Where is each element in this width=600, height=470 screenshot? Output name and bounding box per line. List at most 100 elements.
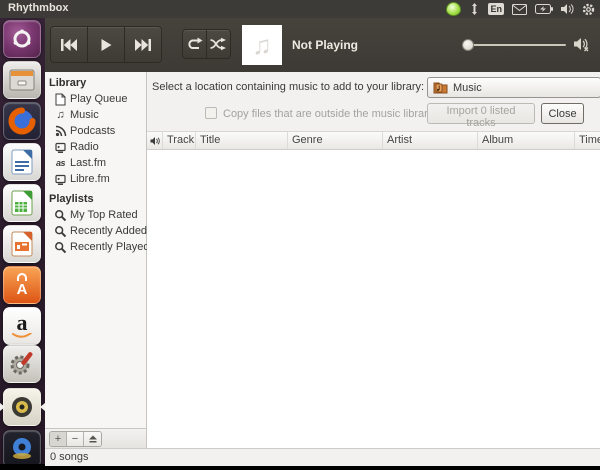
messaging-indicator-icon[interactable] xyxy=(446,2,461,16)
launcher-firefox[interactable] xyxy=(3,102,41,140)
volume-icon[interactable] xyxy=(561,3,574,15)
sidebar-item-label: Recently Added xyxy=(70,223,147,239)
song-count: 0 songs xyxy=(50,451,89,463)
playback-toolbar: ♫ Not Playing xyxy=(45,18,600,72)
sidebar-item-music[interactable]: ♫ Music xyxy=(45,107,146,123)
add-source-button[interactable]: + xyxy=(50,432,67,446)
playback-mode-controls xyxy=(182,29,231,59)
speaker-icon xyxy=(150,136,160,146)
focused-app-arrow-left xyxy=(0,403,5,411)
sidebar-item-label: Play Queue xyxy=(70,91,127,107)
amazon-icon: a xyxy=(12,313,32,339)
launcher-libreoffice-writer[interactable] xyxy=(3,143,41,181)
playing-column-header[interactable] xyxy=(147,132,163,149)
mail-icon[interactable] xyxy=(512,4,527,15)
column-header-title[interactable]: Title xyxy=(196,132,288,149)
launcher-amazon[interactable]: a xyxy=(3,307,41,345)
launcher-files[interactable] xyxy=(3,61,41,99)
copy-files-checkbox[interactable] xyxy=(205,107,217,119)
track-table-header: Track Title Genre Artist Album Time xyxy=(147,131,600,150)
library-header: Library xyxy=(45,75,146,91)
radio-icon xyxy=(54,141,67,154)
location-dropdown[interactable]: Music xyxy=(427,77,600,98)
import-tracks-button[interactable]: Import 0 listed tracks xyxy=(427,103,535,124)
indicator-area: En xyxy=(446,0,595,18)
rss-icon xyxy=(54,125,67,138)
sidebar-item-podcasts[interactable]: Podcasts xyxy=(45,123,146,139)
column-header-album[interactable]: Album xyxy=(478,132,575,149)
remove-source-button[interactable]: − xyxy=(67,432,84,446)
sidebar-item-radio[interactable]: Radio xyxy=(45,139,146,155)
document-icon xyxy=(54,93,67,106)
source-list-toolbar: + − xyxy=(45,428,146,448)
volume-knob[interactable] xyxy=(462,39,474,51)
import-prompt: Select a location containing music to ad… xyxy=(152,81,424,93)
volume-track[interactable] xyxy=(462,44,566,46)
eject-icon xyxy=(88,434,98,443)
eject-button[interactable] xyxy=(84,432,101,446)
calc-spreadsheet-icon xyxy=(10,190,34,216)
album-art-placeholder: ♫ xyxy=(242,25,282,65)
repeat-button[interactable] xyxy=(182,29,207,59)
radio-icon xyxy=(54,173,67,186)
track-list[interactable] xyxy=(147,150,600,448)
previous-button[interactable] xyxy=(50,26,88,63)
column-header-artist[interactable]: Artist xyxy=(383,132,478,149)
impress-presentation-icon xyxy=(10,231,34,257)
sync-arrows-icon[interactable] xyxy=(469,3,480,15)
shuffle-button[interactable] xyxy=(206,29,231,59)
sidebar-item-label: My Top Rated xyxy=(70,207,138,223)
sidebar-item-label: Music xyxy=(70,107,99,123)
sidebar-item-label: Last.fm xyxy=(70,155,106,171)
music-note-icon: ♫ xyxy=(252,30,272,61)
launcher-ubuntu-dash[interactable] xyxy=(3,20,41,58)
muted-speaker-icon[interactable] xyxy=(573,36,591,54)
launcher-disc-player[interactable] xyxy=(3,430,41,464)
keyboard-layout-indicator[interactable]: En xyxy=(488,3,504,15)
next-button[interactable] xyxy=(124,26,162,63)
sidebar-item-label: Recently Played xyxy=(70,239,150,255)
software-center-letter: A xyxy=(17,281,28,298)
lastfm-icon: as xyxy=(54,157,67,170)
sidebar-item-lastfm[interactable]: as Last.fm xyxy=(45,155,146,171)
transport-controls xyxy=(50,26,162,63)
file-cabinet-icon xyxy=(9,69,35,91)
column-header-track[interactable]: Track xyxy=(163,132,196,149)
column-header-time[interactable]: Time xyxy=(575,132,600,149)
launcher-ubuntu-software-center[interactable]: A xyxy=(3,266,41,304)
folder-music-icon xyxy=(433,81,448,94)
battery-icon[interactable] xyxy=(535,4,553,14)
sidebar-item-recently-played[interactable]: Recently Played xyxy=(45,239,146,255)
play-button[interactable] xyxy=(87,26,125,63)
top-panel: Rhythmbox En xyxy=(0,0,600,18)
disc-icon xyxy=(9,436,35,462)
sidebar-item-librefm[interactable]: Libre.fm xyxy=(45,171,146,187)
session-gear-icon[interactable] xyxy=(582,3,595,16)
music-note-icon: ♫ xyxy=(54,109,67,122)
sidebar-item-recently-added[interactable]: Recently Added xyxy=(45,223,146,239)
speaker-icon xyxy=(9,394,35,420)
volume-slider[interactable] xyxy=(462,39,566,51)
firefox-icon xyxy=(8,107,36,135)
unity-launcher: A a xyxy=(0,18,45,464)
sidebar-item-play-queue[interactable]: Play Queue xyxy=(45,91,146,107)
gear-wrench-icon xyxy=(8,350,36,378)
playlists-header: Playlists xyxy=(45,191,146,207)
column-header-genre[interactable]: Genre xyxy=(288,132,383,149)
launcher-libreoffice-calc[interactable] xyxy=(3,184,41,222)
shopping-bag-icon: A xyxy=(14,273,30,298)
close-button[interactable]: Close xyxy=(541,103,584,124)
ubuntu-logo-icon xyxy=(11,28,33,50)
writer-document-icon xyxy=(10,149,34,175)
launcher-libreoffice-impress[interactable] xyxy=(3,225,41,263)
rhythmbox-window: ♫ Not Playing Library Play Queue ♫ Music xyxy=(45,18,600,466)
launcher-system-settings[interactable] xyxy=(3,345,41,383)
sidebar-item-label: Radio xyxy=(70,139,99,155)
playback-status: Not Playing xyxy=(292,18,358,72)
sidebar-item-my-top-rated[interactable]: My Top Rated xyxy=(45,207,146,223)
location-value: Music xyxy=(453,82,482,94)
status-bar: 0 songs xyxy=(45,448,600,466)
copy-files-label[interactable]: Copy files that are outside the music li… xyxy=(223,108,433,120)
launcher-rhythmbox[interactable] xyxy=(3,388,41,426)
window-title: Rhythmbox xyxy=(8,2,69,14)
